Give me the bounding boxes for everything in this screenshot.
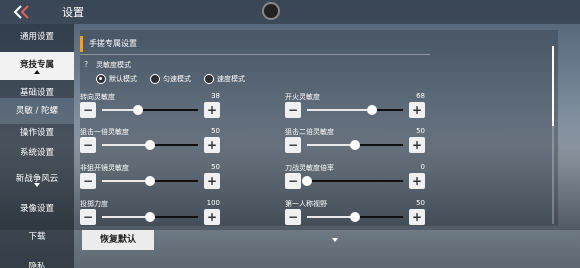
sidebar-item-download[interactable]: 下载 xyxy=(0,224,74,250)
increase-button[interactable]: + xyxy=(409,209,425,225)
section-divider xyxy=(80,54,430,55)
sidebar-item-label: 系统设置 xyxy=(19,148,54,158)
slider-value: 50 xyxy=(416,127,425,135)
slider-value: 50 xyxy=(416,199,425,207)
radio-label: 匀速模式 xyxy=(163,75,191,83)
sidebar-item-label: 录像设置 xyxy=(19,204,54,214)
mode-radio-group: 默认模式 匀速模式 速度模式 xyxy=(96,72,266,86)
slider-value: 50 xyxy=(211,127,220,135)
slider-label: 第一人称视野 xyxy=(285,200,327,208)
mode-label: 灵敏度模式 xyxy=(96,61,131,69)
expand-chevron-icon xyxy=(34,183,40,187)
slider-knob[interactable] xyxy=(350,212,360,222)
sidebar-item-competitive[interactable]: 竞技专属 xyxy=(0,52,74,80)
sidebar-item-label: 灵敏 / 陀螺 xyxy=(15,106,59,116)
slider-track[interactable] xyxy=(102,105,198,115)
slider-first-person-fov: 第一人称视野 50 − + xyxy=(285,199,425,229)
section-title: 手搓专属设置 xyxy=(80,36,430,52)
radio-dot-icon xyxy=(150,74,160,84)
increase-button[interactable]: + xyxy=(204,173,220,189)
slider-track[interactable] xyxy=(102,140,198,150)
increase-button[interactable]: + xyxy=(409,102,425,118)
radio-speed-mode[interactable]: 速度模式 xyxy=(204,72,245,86)
slider-label: 狙击一倍灵敏度 xyxy=(80,128,129,136)
decrease-button[interactable]: − xyxy=(285,209,301,225)
sidebar-item-general[interactable]: 通用设置 xyxy=(0,24,74,50)
slider-track[interactable] xyxy=(307,140,403,150)
slider-knob[interactable] xyxy=(350,140,360,150)
decrease-button[interactable]: − xyxy=(80,102,96,118)
sidebar-item-privacy[interactable]: 隐私 xyxy=(0,254,74,268)
slider-label: 转向灵敏度 xyxy=(80,93,115,101)
scrollbar-thumb[interactable] xyxy=(552,46,554,126)
slider-value: 38 xyxy=(211,92,220,100)
radio-label: 默认模式 xyxy=(109,75,137,83)
back-chevron-icon xyxy=(13,5,29,19)
increase-button[interactable]: + xyxy=(204,209,220,225)
radio-label: 速度模式 xyxy=(217,75,245,83)
slider-value: 0 xyxy=(420,163,425,171)
slider-value: 100 xyxy=(206,199,220,207)
sidebar-item-label: 竞技专属 xyxy=(19,60,54,70)
sidebar-item-recording[interactable]: 录像设置 xyxy=(0,196,74,222)
slider-track[interactable] xyxy=(102,212,198,222)
restore-default-button[interactable]: 恢复默认 xyxy=(82,230,154,250)
slider-label: 开火灵敏度 xyxy=(285,93,320,101)
slider-knob[interactable] xyxy=(145,140,155,150)
decrease-button[interactable]: − xyxy=(80,209,96,225)
decrease-button[interactable]: − xyxy=(80,173,96,189)
slider-knob[interactable] xyxy=(145,176,155,186)
scrollbar[interactable] xyxy=(552,46,554,224)
radio-default-mode[interactable]: 默认模式 xyxy=(96,72,137,86)
radio-constant-mode[interactable]: 匀速模式 xyxy=(150,72,191,86)
slider-knob[interactable] xyxy=(367,105,378,115)
slider-throw-force: 投掷力度 100 − + xyxy=(80,199,220,229)
slider-knob[interactable] xyxy=(302,176,312,186)
increase-button[interactable]: + xyxy=(409,137,425,153)
sidebar-item-system[interactable]: 系统设置 xyxy=(0,140,74,166)
slider-track[interactable] xyxy=(307,212,403,222)
slider-knife-multiplier: 刀战灵敏度倍率 0 − + xyxy=(285,163,425,193)
help-icon[interactable]: ? xyxy=(84,60,88,69)
sidebar-item-label: 隐私 xyxy=(28,262,46,268)
radio-dot-icon xyxy=(96,74,106,84)
slider-sniper-1x: 狙击一倍灵敏度 50 − + xyxy=(80,127,220,157)
avatar[interactable] xyxy=(262,2,280,20)
sidebar-item-label: 通用设置 xyxy=(19,32,54,42)
slider-label: 非狙开镜灵敏度 xyxy=(80,164,129,172)
sidebar: 通用设置 竞技专属 基础设置 灵敏 / 陀螺 操作设置 系统设置 新战争风云 录… xyxy=(0,24,74,268)
selected-indicator-icon xyxy=(34,70,40,74)
radio-dot-icon xyxy=(204,74,214,84)
slider-non-sniper-scope: 非狙开镜灵敏度 50 − + xyxy=(80,163,220,193)
decrease-button[interactable]: − xyxy=(285,102,301,118)
slider-track[interactable] xyxy=(302,176,403,186)
slider-sniper-2x: 狙击二倍灵敏度 50 − + xyxy=(285,127,425,157)
slider-label: 狙击二倍灵敏度 xyxy=(285,128,334,136)
top-bar: 设置 xyxy=(0,0,580,24)
increase-button[interactable]: + xyxy=(204,102,220,118)
slider-value: 68 xyxy=(416,92,425,100)
slider-label: 刀战灵敏度倍率 xyxy=(285,164,334,172)
decrease-button[interactable]: − xyxy=(80,137,96,153)
sidebar-item-label: 操作设置 xyxy=(19,128,54,138)
slider-value: 50 xyxy=(211,163,220,171)
slider-turn-sensitivity: 转向灵敏度 38 − + xyxy=(80,92,220,122)
sidebar-item-new-war[interactable]: 新战争风云 xyxy=(0,166,74,192)
increase-button[interactable]: + xyxy=(409,173,425,189)
slider-knob[interactable] xyxy=(145,212,155,222)
increase-button[interactable]: + xyxy=(204,137,220,153)
decrease-button[interactable]: − xyxy=(285,173,301,189)
back-button[interactable] xyxy=(8,2,36,22)
page-title: 设置 xyxy=(62,6,84,19)
sidebar-item-label: 基础设置 xyxy=(19,88,54,98)
decrease-button[interactable]: − xyxy=(285,137,301,153)
scroll-down-chevron-icon xyxy=(332,238,338,242)
slider-track[interactable] xyxy=(307,105,403,115)
slider-fire-sensitivity: 开火灵敏度 68 − + xyxy=(285,92,425,122)
slider-knob[interactable] xyxy=(133,105,144,115)
sidebar-item-label: 下载 xyxy=(28,232,46,242)
slider-track[interactable] xyxy=(102,176,198,186)
slider-label: 投掷力度 xyxy=(80,200,108,208)
